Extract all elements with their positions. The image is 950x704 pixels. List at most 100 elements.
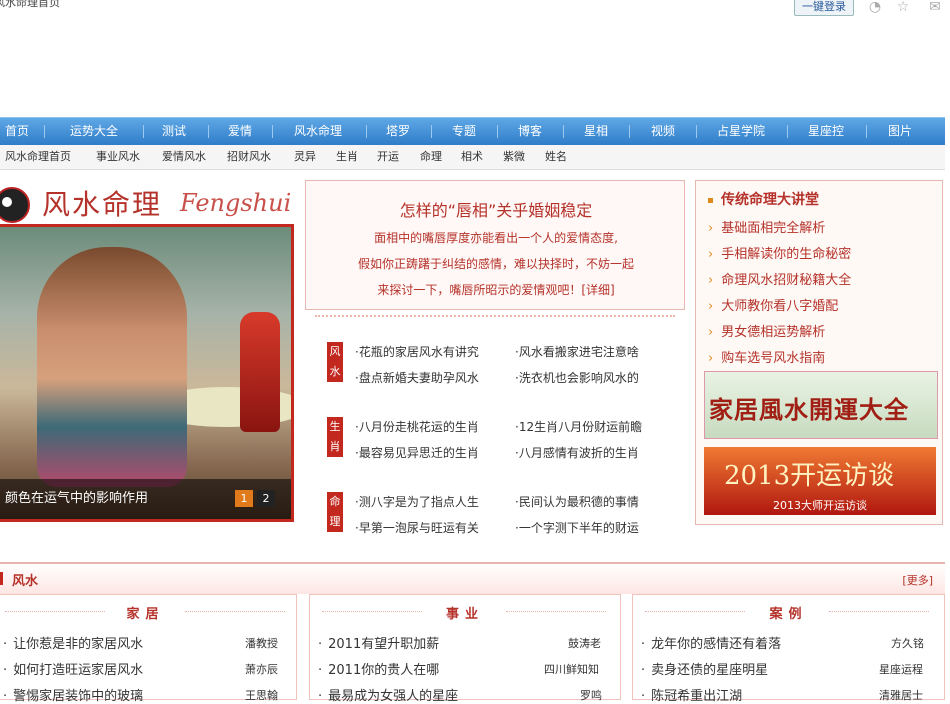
nav-item-fengshui[interactable]: 风水命理 bbox=[294, 118, 342, 145]
author[interactable]: 王思翰 bbox=[245, 687, 278, 703]
column-heading[interactable]: 家居 bbox=[0, 603, 296, 622]
divider bbox=[315, 315, 675, 318]
lecture-link[interactable]: 手相解读你的生命秘密 bbox=[708, 243, 851, 262]
author[interactable]: 星座运程 bbox=[879, 661, 923, 677]
banner-title: 2013开运访谈 bbox=[724, 461, 895, 491]
list-item[interactable]: 最易成为女强人的星座 bbox=[318, 685, 458, 704]
list-item[interactable]: ·一个字测下半年的财运 bbox=[515, 519, 675, 536]
nav-item-home[interactable]: 首页 bbox=[5, 118, 29, 145]
panel-heading[interactable]: 传统命理大讲堂 bbox=[708, 189, 819, 209]
list-item[interactable]: 警惕家居装饰中的玻璃 bbox=[3, 685, 143, 704]
lecture-panel: 传统命理大讲堂 基础面相完全解析 手相解读你的生命秘密 命理风水招财秘籍大全 大… bbox=[695, 180, 943, 525]
sub-nav: 风水命理首页 事业风水 爱情风水 招财风水 灵异 生肖 开运 命理 相术 紫微 … bbox=[0, 145, 945, 170]
nav-item-blog[interactable]: 博客 bbox=[518, 118, 542, 145]
fortune-interview-banner[interactable]: 2013开运访谈 2013大师开运访谈 bbox=[704, 447, 936, 515]
nav-item-love[interactable]: 爱情 bbox=[228, 118, 252, 145]
nav-item-zodiac-fan[interactable]: 星座控 bbox=[808, 118, 844, 145]
top-bar: 风水命理首页 一键登录 ◔ ☆ ✉ bbox=[0, 0, 950, 18]
featured-title[interactable]: 怎样的“唇相”关乎婚姻稳定 bbox=[306, 197, 686, 221]
list-item[interactable]: ·盘点新婚夫妻助孕风水 bbox=[355, 369, 515, 386]
bottle-image bbox=[240, 312, 280, 432]
author[interactable]: 四川鲜知知 bbox=[544, 661, 599, 677]
column-heading[interactable]: 事业 bbox=[310, 603, 620, 622]
site-link[interactable]: 风水命理首页 bbox=[0, 0, 60, 10]
list-item[interactable]: ·早第一泡尿与旺运有关 bbox=[355, 519, 515, 536]
list-item[interactable]: ·最容易见异思迁的生肖 bbox=[355, 444, 515, 461]
weibo-icon[interactable]: ◔ bbox=[866, 0, 884, 16]
author[interactable]: 鼓涛老 bbox=[568, 635, 601, 651]
nav-item-astro[interactable]: 星相 bbox=[584, 118, 608, 145]
list-item[interactable]: ·测八字是为了指点人生 bbox=[355, 493, 515, 510]
subnav-item[interactable]: 姓名 bbox=[545, 145, 567, 169]
subnav-item[interactable]: 风水命理首页 bbox=[5, 145, 71, 169]
list-item[interactable]: ·12生肖八月份财运前瞻 bbox=[515, 418, 675, 435]
category-tag-zodiac[interactable]: 生肖 bbox=[327, 417, 343, 457]
lecture-link[interactable]: 男女德相运势解析 bbox=[708, 321, 825, 340]
featured-line[interactable]: 来探讨一下，嘴唇所昭示的爱情观吧！[详细] bbox=[306, 281, 686, 298]
home-fengshui-banner[interactable]: 家居風水開運大全 bbox=[704, 371, 938, 439]
subnav-item[interactable]: 招财风水 bbox=[227, 145, 271, 169]
list-item[interactable]: ·花瓶的家居风水有讲究 bbox=[355, 343, 515, 360]
category-tag-fengshui[interactable]: 风水 bbox=[327, 342, 343, 382]
more-link[interactable]: [更多] bbox=[902, 572, 933, 588]
list-item-row: ·早第一泡尿与旺运有关 ·一个字测下半年的财运 bbox=[355, 519, 675, 539]
star-icon[interactable]: ☆ bbox=[894, 0, 912, 16]
lecture-link[interactable]: 基础面相完全解析 bbox=[708, 217, 825, 236]
list-item[interactable]: 卖身还债的星座明星 bbox=[641, 659, 768, 678]
nav-item-academy[interactable]: 占星学院 bbox=[717, 118, 765, 145]
list-item[interactable]: ·洗衣机也会影响风水的 bbox=[515, 369, 675, 386]
lecture-link[interactable]: 命理风水招财秘籍大全 bbox=[708, 269, 851, 288]
list-item[interactable]: 如何打造旺运家居风水 bbox=[3, 659, 143, 678]
subnav-item[interactable]: 开运 bbox=[377, 145, 399, 169]
mail-icon[interactable]: ✉ bbox=[926, 0, 944, 16]
logo-subtitle: Fengshui bbox=[180, 189, 292, 217]
lecture-link[interactable]: 大师教你看八字婚配 bbox=[708, 295, 838, 314]
slide-page-2[interactable]: 2 bbox=[257, 490, 275, 507]
author[interactable]: 罗鸣 bbox=[580, 687, 602, 703]
yin-yang-icon bbox=[0, 187, 30, 223]
list-item[interactable]: ·风水看搬家进宅注意啥 bbox=[515, 343, 675, 360]
category-tag-destiny[interactable]: 命理 bbox=[327, 492, 343, 532]
list-item[interactable]: ·八月份走桃花运的生肖 bbox=[355, 418, 515, 435]
nav-item-video[interactable]: 视频 bbox=[651, 118, 675, 145]
list-item[interactable]: 让你惹是非的家居风水 bbox=[3, 633, 143, 652]
list-item[interactable]: 陈冠希重出江湖 bbox=[641, 685, 742, 704]
author[interactable]: 潘教授 bbox=[245, 635, 278, 651]
section-header: 风水 [更多] bbox=[0, 562, 945, 594]
featured-article: 怎样的“唇相”关乎婚姻稳定 面相中的嘴唇厚度亦能看出一个人的爱情态度, 假如你正… bbox=[305, 180, 685, 310]
featured-line: 假如你正踌躇于纠结的感情，难以抉择时，不妨一起 bbox=[357, 257, 634, 271]
list-item-row: ·最容易见异思迁的生肖 ·八月感情有波折的生肖 bbox=[355, 444, 675, 464]
main-nav: 首页 运势大全 测试 爱情 风水命理 塔罗 专题 博客 星相 视频 占星学院 星… bbox=[0, 117, 945, 145]
lecture-link[interactable]: 购车选号风水指南 bbox=[708, 347, 825, 366]
logo-title: 风水命理 bbox=[42, 188, 163, 221]
list-item[interactable]: 2011你的贵人在哪 bbox=[318, 659, 439, 678]
nav-item-test[interactable]: 测试 bbox=[162, 118, 186, 145]
section-title: 风水 bbox=[0, 570, 38, 589]
subnav-item[interactable]: 爱情风水 bbox=[162, 145, 206, 169]
slide-page-1[interactable]: 1 bbox=[235, 490, 253, 507]
list-item[interactable]: ·八月感情有波折的生肖 bbox=[515, 444, 675, 461]
one-click-login-button[interactable]: 一键登录 bbox=[794, 0, 854, 16]
slideshow[interactable]: 颜色在运气中的影响作用 1 2 bbox=[0, 224, 294, 522]
banner-title: 家居風水開運大全 bbox=[709, 395, 909, 424]
nav-item-fortune[interactable]: 运势大全 bbox=[70, 118, 118, 145]
nav-item-topics[interactable]: 专题 bbox=[452, 118, 476, 145]
column-heading[interactable]: 案例 bbox=[633, 603, 944, 622]
list-item[interactable]: 2011有望升职加薪 bbox=[318, 633, 439, 652]
author[interactable]: 萧亦辰 bbox=[245, 661, 278, 677]
subnav-item[interactable]: 灵异 bbox=[294, 145, 316, 169]
subnav-item[interactable]: 事业风水 bbox=[96, 145, 140, 169]
list-item[interactable]: 龙年你的感情还有着落 bbox=[641, 633, 781, 652]
author[interactable]: 清雅居士 bbox=[879, 687, 923, 703]
person-image bbox=[37, 247, 187, 487]
subnav-item[interactable]: 紫微 bbox=[503, 145, 525, 169]
featured-line: 面相中的嘴唇厚度亦能看出一个人的爱情态度, bbox=[374, 231, 618, 245]
nav-item-tarot[interactable]: 塔罗 bbox=[386, 118, 410, 145]
subnav-item[interactable]: 生肖 bbox=[336, 145, 358, 169]
list-item[interactable]: ·民间认为最积德的事情 bbox=[515, 493, 675, 510]
subnav-item[interactable]: 命理 bbox=[420, 145, 442, 169]
subnav-item[interactable]: 相术 bbox=[461, 145, 483, 169]
nav-item-pictures[interactable]: 图片 bbox=[888, 118, 912, 145]
list-item-row: ·盘点新婚夫妻助孕风水 ·洗衣机也会影响风水的 bbox=[355, 369, 675, 389]
author[interactable]: 方久铭 bbox=[891, 635, 924, 651]
